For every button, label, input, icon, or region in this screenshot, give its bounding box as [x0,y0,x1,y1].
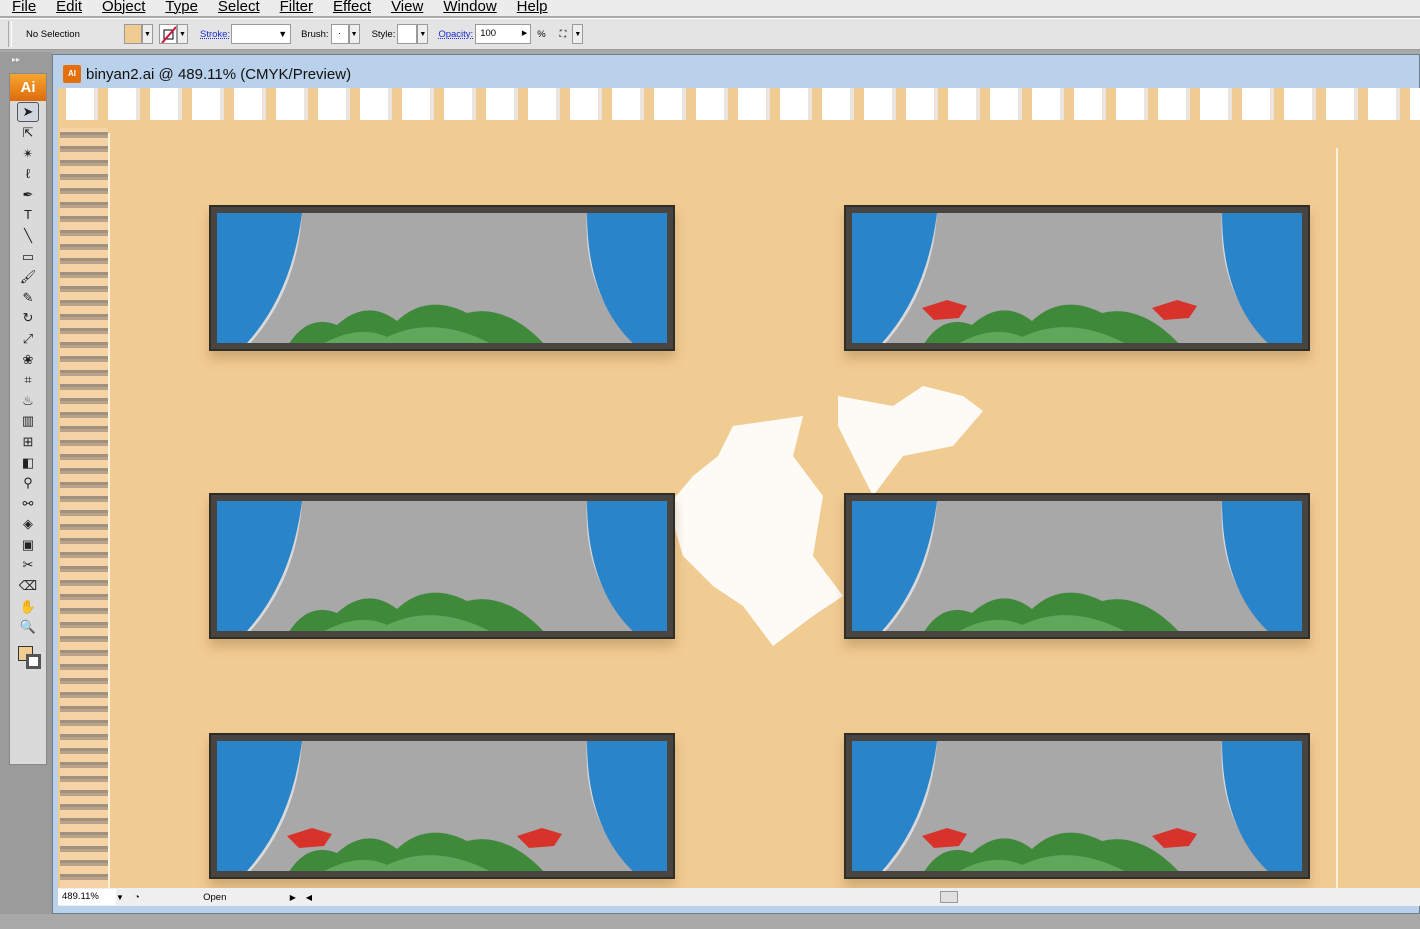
menu-select[interactable]: Select [205,0,267,16]
paintbrush-tool-icon[interactable]: 🖌 [10,267,46,288]
menu-help[interactable]: Help [504,0,555,16]
zoom-level-field[interactable]: 489.11% [58,889,116,905]
brick-column [60,128,108,888]
scale-tool-icon[interactable]: ⤢ [10,329,46,350]
window-scene [852,741,1302,871]
isolate-group-icon[interactable]: ⛶ [560,29,567,40]
wall-edge [108,133,110,888]
window-scene [217,213,667,343]
slice-tool-icon[interactable]: ✂ [10,555,46,576]
pen-tool-icon[interactable]: ✒ [10,185,46,206]
zoom-tool-icon[interactable]: 🔍 [10,617,46,638]
stroke-label[interactable]: Stroke: [200,29,230,40]
selection-status: No Selection [26,28,80,40]
pencil-tool-icon[interactable]: ✎ [10,288,46,309]
opacity-input[interactable]: 100 ▶ [475,24,532,44]
direct-selection-tool-icon[interactable]: ⇱ [10,123,46,144]
window-scene [217,501,667,631]
line-tool-icon[interactable]: ╲ [10,226,46,247]
lasso-tool-icon[interactable]: ℓ [10,164,46,185]
window-3 [209,493,675,639]
warp-tool-icon[interactable]: ❀ [10,350,46,371]
symbol-sprayer-tool-icon[interactable]: ♨ [10,391,46,412]
horizontal-scrollbar-thumb[interactable] [940,891,959,903]
live-paint-selection-icon[interactable]: ▣ [10,535,46,556]
window-scene [852,213,1302,343]
collapse-icon[interactable]: ▸▸ [0,52,52,64]
gradient-tool-icon[interactable]: ◧ [10,453,46,474]
zoom-dropdown-icon[interactable]: ▼ [116,893,126,902]
menu-edit[interactable]: Edit [43,0,89,16]
free-transform-tool-icon[interactable]: ⌗ [10,370,46,391]
menu-type[interactable]: Type [152,0,205,16]
menu-view[interactable]: View [378,0,430,16]
blend-tool-icon[interactable]: ⚯ [10,494,46,515]
window-5 [209,733,675,879]
window-4 [844,493,1310,639]
menu-bar: File Edit Object Type Select Filter Effect View… [0,0,1420,16]
fill-swatch[interactable] [124,24,142,44]
fill-dropdown[interactable]: ▼ [142,24,153,44]
wall-edge-right [1336,148,1338,888]
document-window: AI binyan2.ai @ 489.11% (CMYK/Preview) 48… [52,54,1420,914]
status-menu-arrow[interactable]: ▶ [290,893,296,902]
magic-wand-tool-icon[interactable]: ✴ [10,144,46,165]
document-title: binyan2.ai @ 489.11% (CMYK/Preview) [86,65,352,83]
selection-tool-icon[interactable]: ➤ [17,102,39,122]
brush-selector[interactable]: · [330,24,349,44]
balcony-railing [58,88,1420,120]
eraser-tool-icon[interactable]: ⌫ [10,576,46,597]
graph-tool-icon[interactable]: ▥ [10,411,46,432]
status-bar: 489.11% ▼ ◔ Open ▶ ◀ [58,888,1420,906]
window-2 [844,205,1310,351]
rotate-tool-icon[interactable]: ↻ [10,308,46,329]
opacity-label[interactable]: Opacity: [438,29,473,40]
fill-stroke-swatches[interactable] [10,638,46,688]
status-text: Open [203,891,227,903]
style-selector[interactable] [397,24,418,44]
opacity-value: 100 [480,28,497,39]
menu-effect[interactable]: Effect [320,0,378,16]
style-dropdown[interactable]: ▼ [417,24,429,44]
menu-window[interactable]: Window [430,0,503,16]
type-tool-icon[interactable]: T [10,205,46,226]
stroke-swatch-none[interactable] [159,24,177,44]
control-panel: No Selection ▼ ▼ Stroke: ▼ Brush: · ▼ Sty… [0,18,1420,50]
live-paint-tool-icon[interactable]: ◈ [10,514,46,535]
style-label: Style: [371,28,396,40]
mesh-tool-icon[interactable]: ⊞ [10,432,46,453]
ai-logo: Ai [10,74,46,101]
stroke-color-icon[interactable] [26,653,41,669]
menu-filter[interactable]: Filter [267,0,320,16]
ai-file-icon: AI [63,65,81,83]
brush-label: Brush: [301,28,329,40]
panel-grip[interactable] [8,21,12,47]
toolbox: Ai ➤ ⇱ ✴ ℓ ✒ T ╲ ▭ 🖌 ✎ ↻ ⤢ ❀ ⌗ ♨ ▥ ⊞ ◧ ⚲ ⚯ ◈ ▣ ✂ ⌫ ✋ 🔍 [9,73,47,765]
menu-object[interactable]: Object [89,0,152,16]
menu-file[interactable]: File [0,0,43,16]
options-dropdown[interactable]: ▼ [572,24,584,44]
artboard-canvas[interactable] [58,88,1420,888]
window-1 [209,205,675,351]
document-tab[interactable]: AI binyan2.ai @ 489.11% (CMYK/Preview) [63,65,351,83]
rectangle-tool-icon[interactable]: ▭ [10,247,46,268]
window-scene [852,501,1302,631]
window-scene [217,741,667,871]
eyedropper-tool-icon[interactable]: ⚲ [10,473,46,494]
window-6 [844,733,1310,879]
hand-tool-icon[interactable]: ✋ [10,597,46,618]
brush-dropdown[interactable]: ▼ [348,24,360,44]
scroll-left-arrow[interactable]: ◀ [306,893,312,902]
percent-label: % [537,28,546,40]
stroke-dropdown[interactable]: ▼ [177,24,188,44]
stroke-weight-input[interactable]: ▼ [231,24,292,44]
